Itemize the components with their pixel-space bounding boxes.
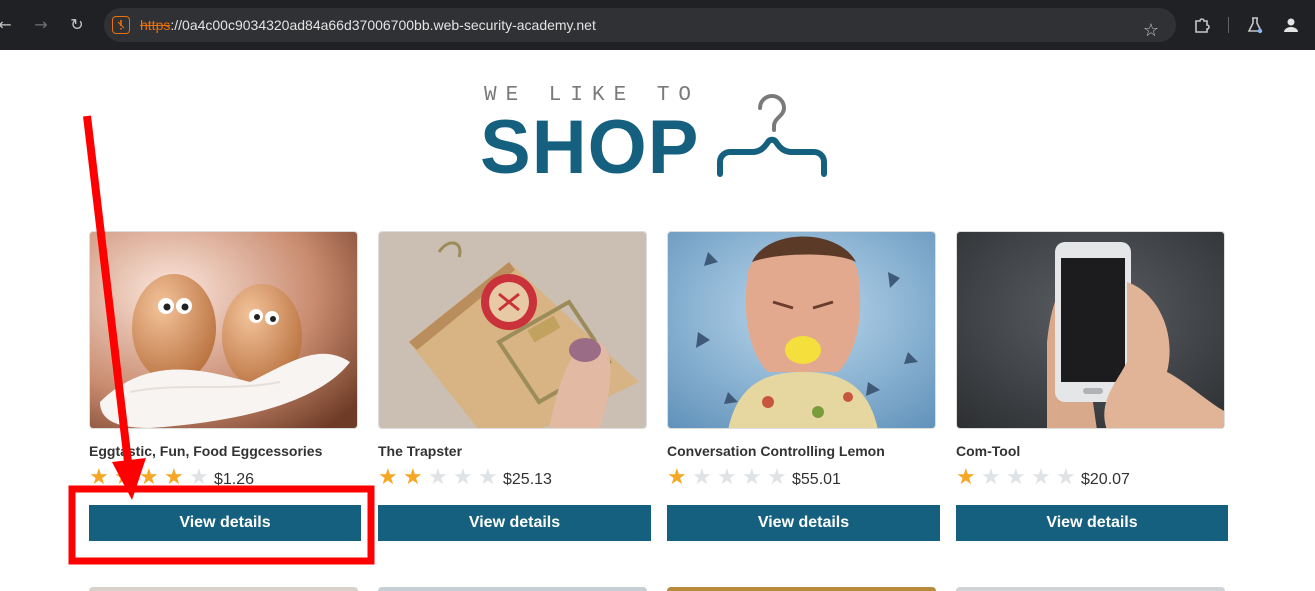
product-price: $25.13	[503, 471, 552, 488]
product-image-lemon-face[interactable]	[667, 231, 936, 429]
star-filled-icon: ★	[956, 465, 976, 490]
product-card: Eggtastic, Fun, Food Eggcessories ★ ★ ★ ★ ★ …	[89, 231, 361, 541]
star-filled-icon: ★	[114, 465, 134, 490]
url-host: ://0a4c00c9034320ad84a66d37006700bb.web-…	[170, 17, 596, 33]
product-card: Conversation Controlling Lemon ★ ★ ★ ★ ★ $55…	[667, 231, 940, 541]
back-arrow-icon[interactable]: ←	[0, 14, 16, 36]
labs-flask-icon[interactable]	[1245, 15, 1265, 35]
product-price: $20.07	[1081, 471, 1130, 488]
product-title[interactable]: Com-Tool	[956, 443, 1020, 459]
star-filled-icon: ★	[667, 465, 687, 490]
star-empty-icon: ★	[1056, 465, 1076, 490]
star-filled-icon: ★	[164, 465, 184, 490]
reload-icon[interactable]: ↻	[66, 14, 88, 36]
star-empty-icon: ★	[742, 465, 762, 490]
product-title[interactable]: Eggtastic, Fun, Food Eggcessories	[89, 443, 322, 459]
view-details-button[interactable]: View details	[667, 505, 940, 541]
hanger-icon	[717, 94, 827, 177]
next-product-image-edge	[89, 587, 358, 591]
star-empty-icon: ★	[767, 465, 787, 490]
star-empty-icon: ★	[717, 465, 737, 490]
url-scheme: https	[140, 17, 171, 33]
star-empty-icon: ★	[453, 465, 473, 490]
browser-toolbar: ← → ↻ https://0a4c00c9034320ad84a66d3700…	[0, 0, 1315, 50]
star-filled-icon: ★	[89, 465, 109, 490]
not-secure-icon[interactable]	[112, 16, 130, 34]
forward-arrow-icon[interactable]: →	[30, 14, 52, 36]
shop-logo[interactable]: WE LIKE TO SHOP	[480, 80, 840, 190]
next-product-image-edge	[378, 587, 647, 591]
product-card: The Trapster ★ ★ ★ ★ ★ $25.13 View details	[378, 231, 651, 541]
star-rating: ★ ★ ★ ★ ★	[89, 467, 214, 489]
logo-wordmark: SHOP	[480, 105, 700, 190]
view-details-button[interactable]: View details	[378, 505, 651, 541]
star-empty-icon: ★	[1031, 465, 1051, 490]
product-title[interactable]: Conversation Controlling Lemon	[667, 443, 885, 459]
star-empty-icon: ★	[478, 465, 498, 490]
next-product-image-edge	[956, 587, 1225, 591]
profile-icon[interactable]	[1281, 15, 1301, 35]
bookmark-star-icon[interactable]: ☆	[1140, 20, 1162, 42]
extensions-icon[interactable]	[1192, 15, 1212, 35]
product-price: $1.26	[214, 471, 255, 488]
view-details-button[interactable]: View details	[956, 505, 1228, 541]
star-empty-icon: ★	[1006, 465, 1026, 490]
star-rating: ★ ★ ★ ★ ★	[667, 467, 792, 489]
address-bar[interactable]: https://0a4c00c9034320ad84a66d37006700bb…	[104, 8, 1176, 42]
star-filled-icon: ★	[403, 465, 423, 490]
product-price: $55.01	[792, 471, 841, 488]
star-rating: ★ ★ ★ ★ ★	[378, 467, 503, 489]
product-card: Com-Tool ★ ★ ★ ★ ★ $20.07 View details	[956, 231, 1228, 541]
star-empty-icon: ★	[981, 465, 1001, 490]
product-title[interactable]: The Trapster	[378, 443, 462, 459]
star-empty-icon: ★	[189, 465, 209, 490]
view-details-button[interactable]: View details	[89, 505, 361, 541]
next-product-image-edge	[667, 587, 936, 591]
toolbar-separator	[1228, 17, 1229, 33]
url-text[interactable]: https://0a4c00c9034320ad84a66d37006700bb…	[140, 8, 596, 42]
product-image-eggs[interactable]	[89, 231, 358, 429]
star-filled-icon: ★	[139, 465, 159, 490]
product-image-smartphone[interactable]	[956, 231, 1225, 429]
product-image-mousetrap[interactable]	[378, 231, 647, 429]
star-rating: ★ ★ ★ ★ ★	[956, 467, 1081, 489]
star-empty-icon: ★	[428, 465, 448, 490]
star-empty-icon: ★	[692, 465, 712, 490]
star-filled-icon: ★	[378, 465, 398, 490]
